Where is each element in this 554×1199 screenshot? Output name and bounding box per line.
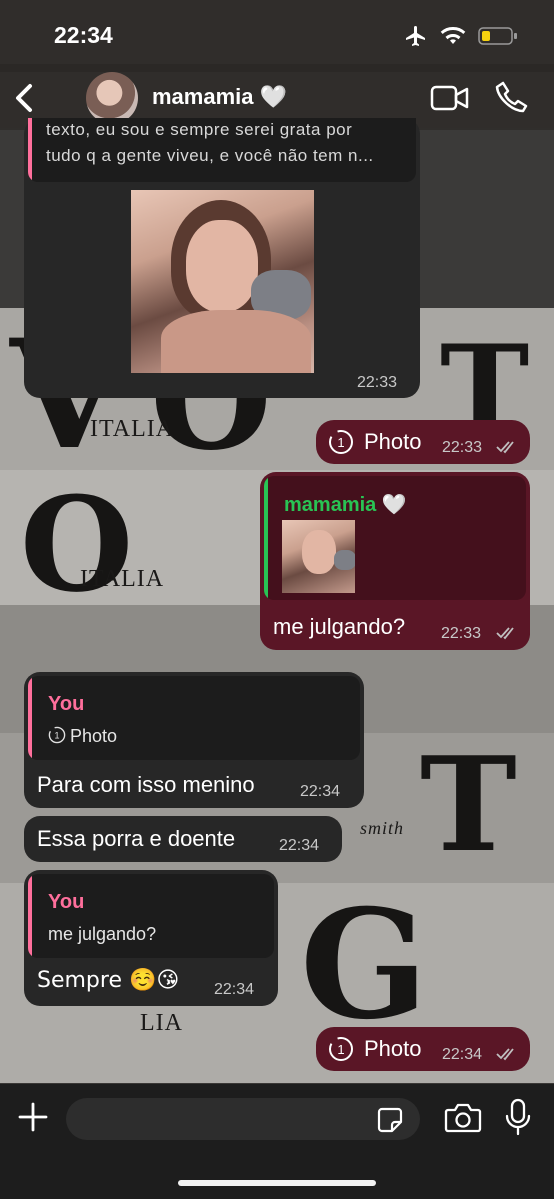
view-once-icon: 1 (328, 429, 354, 460)
contact-name[interactable]: mamamia 🤍 (152, 84, 287, 110)
view-once-icon: 1 (328, 1036, 354, 1067)
plus-icon (18, 1102, 48, 1132)
wallpaper-text: LIA (140, 1010, 183, 1036)
svg-text:1: 1 (337, 435, 344, 450)
message-time: 22:33 (442, 439, 483, 456)
message-bubble-outgoing[interactable]: 1 Photo 22:34 (316, 1027, 530, 1071)
message-text: Essa porra e doente (37, 826, 236, 851)
sticker-icon (377, 1107, 403, 1133)
photo-thumbnail[interactable] (131, 190, 314, 373)
quoted-photo-thumbnail (282, 520, 355, 593)
attach-button[interactable] (16, 1100, 50, 1134)
status-bar: 22:34 (0, 0, 554, 72)
video-call-button[interactable] (430, 84, 470, 112)
quote-author: You (48, 693, 85, 715)
double-check-icon (496, 440, 518, 459)
microphone-button[interactable] (504, 1098, 532, 1136)
svg-text:1: 1 (337, 1042, 344, 1057)
avatar[interactable] (86, 72, 138, 124)
quoted-text: texto, eu sou e sempre serei grata por (46, 120, 353, 139)
message-text: Sempre ☺️😘 (37, 968, 180, 993)
back-button[interactable] (10, 80, 38, 116)
message-time: 22:33 (441, 625, 482, 642)
quoted-text: me julgando? (48, 924, 157, 944)
view-once-icon: 1 (48, 726, 66, 749)
double-check-icon (496, 1047, 518, 1066)
camera-button[interactable] (444, 1102, 482, 1134)
quoted-message[interactable]: mamamia 🤍 (264, 476, 526, 600)
quoted-text: tudo q a gente viveu, e você não tem n..… (46, 146, 374, 165)
quote-author: mamamia 🤍 (284, 494, 407, 516)
message-bubble-outgoing[interactable]: mamamia 🤍 me julgando? 22:33 (260, 472, 530, 650)
photo-label: Photo (364, 429, 422, 454)
svg-text:1: 1 (54, 730, 59, 740)
camera-icon (444, 1103, 482, 1133)
message-text: me julgando? (273, 614, 406, 639)
status-time: 22:34 (54, 22, 113, 48)
double-check-icon (496, 626, 518, 645)
message-time: 22:34 (300, 783, 341, 800)
sticker-button[interactable] (376, 1106, 404, 1134)
message-time: 22:34 (279, 837, 320, 854)
quoted-message[interactable]: You me julgando? (28, 874, 274, 958)
message-input[interactable] (66, 1098, 420, 1140)
home-indicator[interactable] (178, 1180, 376, 1186)
message-time: 22:34 (214, 981, 255, 998)
quoted-message[interactable]: texto, eu sou e sempre serei grata por t… (28, 118, 416, 182)
chevron-left-icon (16, 84, 32, 112)
phone-icon (495, 81, 528, 113)
message-bubble-outgoing[interactable]: 1 Photo 22:33 (316, 420, 530, 464)
wallpaper-text: ITALIA (90, 416, 175, 442)
wallpaper-text: smith (360, 818, 405, 838)
microphone-icon (505, 1098, 531, 1136)
wifi-icon (440, 26, 466, 51)
message-time: 22:33 (357, 374, 398, 391)
message-bubble-incoming[interactable]: texto, eu sou e sempre serei grata por t… (24, 118, 420, 398)
quote-author: You (48, 891, 85, 913)
wallpaper-text: ITALIA (80, 566, 165, 592)
message-time: 22:34 (442, 1046, 483, 1063)
message-bubble-incoming[interactable]: You me julgando? Sempre ☺️😘 22:34 (24, 870, 278, 1006)
message-text: Para com isso menino (37, 772, 255, 797)
battery-icon (478, 26, 518, 51)
voice-call-button[interactable] (494, 80, 528, 114)
airplane-icon (404, 24, 428, 53)
photo-label: Photo (364, 1036, 422, 1061)
video-camera-icon (430, 85, 469, 111)
quoted-text: Photo (70, 726, 118, 746)
message-bubble-incoming[interactable]: You 1 Photo Para com isso menino 22:34 (24, 672, 364, 808)
message-bubble-incoming[interactable]: Essa porra e doente 22:34 (24, 816, 342, 862)
quoted-message[interactable]: You 1 Photo (28, 676, 360, 760)
